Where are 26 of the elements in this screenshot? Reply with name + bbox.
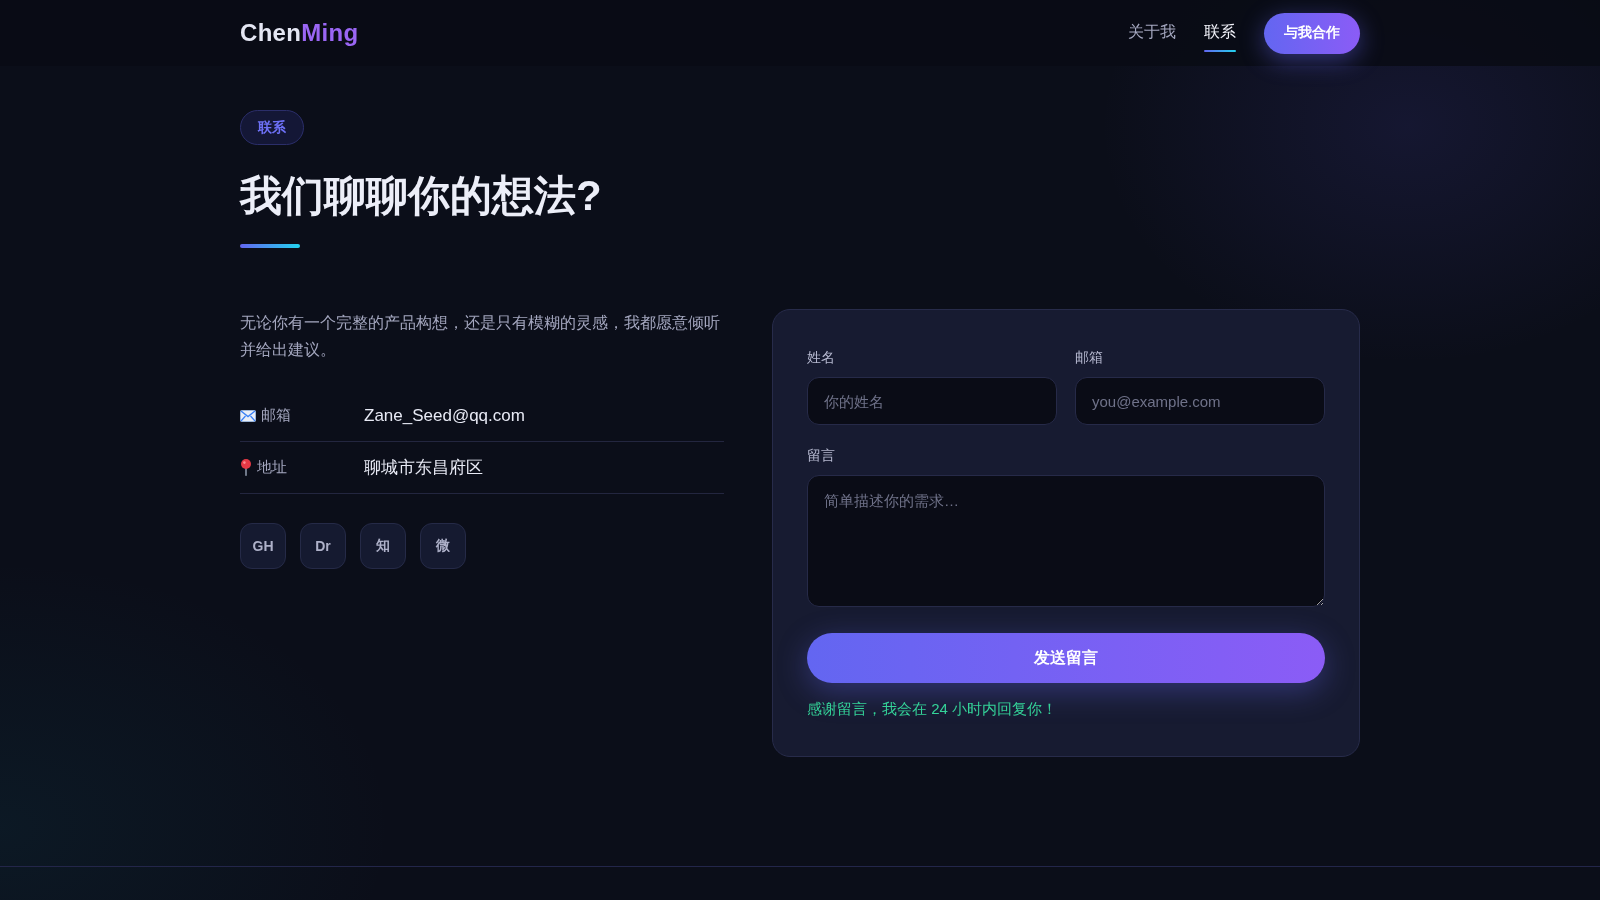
field-label: 邮箱: [1075, 348, 1104, 367]
envelope-icon: [240, 409, 256, 422]
message-field[interactable]: 简单描述你的需求…: [807, 475, 1325, 607]
contact-label: 邮箱: [261, 406, 291, 425]
cta-button[interactable]: 与我合作: [1264, 12, 1360, 54]
success-message: 感谢留言，我会在 24 小时内回复你！: [807, 699, 1059, 719]
nav-link[interactable]: 联系: [1204, 14, 1236, 52]
contact-value: 聊城市东昌府区: [364, 457, 483, 479]
contact-value: Zane_Seed@qq.com: [364, 405, 525, 426]
pin-icon: [240, 459, 252, 476]
input-field[interactable]: you@example.com: [1075, 377, 1325, 425]
nav-link[interactable]: 关于我: [1128, 14, 1176, 52]
field-label: 留言: [807, 446, 836, 465]
input-field[interactable]: 你的姓名: [807, 377, 1057, 425]
field-label: 姓名: [807, 348, 836, 367]
social-button[interactable]: Dr: [300, 523, 346, 569]
intro-text: 无论你有一个完整的产品构想，还是只有模糊的灵感，我都愿意倾听并给出建议。: [240, 313, 721, 360]
page-title: 我们聊聊你的想法?: [240, 171, 602, 221]
contact-label: 地址: [257, 458, 287, 477]
social-button[interactable]: 微: [420, 523, 466, 569]
social-button[interactable]: 知: [360, 523, 406, 569]
section-badge: 联系: [240, 110, 304, 145]
brand-logo[interactable]: ChenMing: [240, 19, 359, 47]
social-button[interactable]: GH: [240, 523, 286, 569]
title-underline: [240, 244, 300, 248]
submit-button[interactable]: 发送留言: [807, 633, 1325, 683]
